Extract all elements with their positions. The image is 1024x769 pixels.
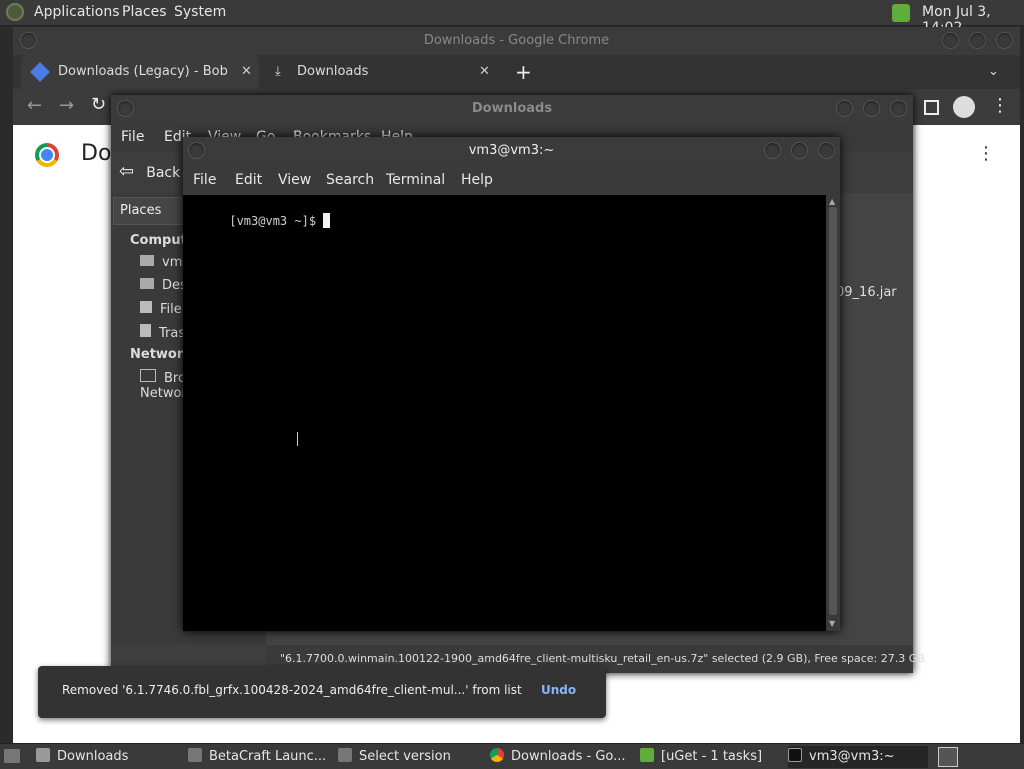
toast-message: Removed '6.1.7746.0.fbl_grfx.100428-2024…: [62, 683, 522, 697]
status-text: "6.1.7700.0.winmain.100122-1900_amd64fre…: [280, 652, 925, 665]
term-menu-file[interactable]: File: [193, 165, 216, 195]
chrome-logo-icon: [490, 748, 504, 762]
chrome-menu-button[interactable]: [21, 33, 36, 48]
chrome-logo-icon: [35, 143, 59, 167]
file-name: 09_16.jar: [836, 285, 897, 300]
task-select-version[interactable]: Select version: [338, 746, 478, 768]
file-manager-window-title: Downloads: [471, 101, 553, 116]
removed-toast: Removed '6.1.7746.0.fbl_grfx.100428-2024…: [38, 666, 606, 718]
terminal-close-button[interactable]: [819, 143, 834, 158]
download-icon: ⤓: [275, 64, 281, 79]
terminal-screen[interactable]: [vm3@vm3 ~]$: [183, 195, 826, 631]
task-chrome-downloads[interactable]: Downloads - Go...: [490, 746, 630, 768]
scrollbar-thumb[interactable]: [829, 207, 837, 615]
term-menu-edit[interactable]: Edit: [235, 165, 262, 195]
close-icon[interactable]: ✕: [479, 55, 490, 89]
term-menu-view[interactable]: View: [278, 165, 311, 195]
fm-menu-file[interactable]: File: [121, 123, 144, 151]
task-uget[interactable]: [uGet - 1 tasks]: [640, 746, 780, 768]
sidebar-toggle-icon[interactable]: [924, 100, 939, 115]
task-downloads-folder[interactable]: Downloads: [36, 746, 176, 768]
back-button[interactable]: ⇦ Back: [119, 161, 180, 183]
file-item[interactable]: 09_16.jar: [836, 285, 897, 300]
file-manager-minimize-button[interactable]: [837, 101, 852, 116]
page-menu-icon[interactable]: ⋮: [977, 143, 995, 164]
chrome-titlebar[interactable]: Downloads - Google Chrome: [13, 27, 1020, 55]
distro-logo-icon[interactable]: [6, 3, 24, 21]
reload-icon[interactable]: ↻: [91, 94, 106, 115]
desktop-folder-icon: [140, 278, 154, 289]
forward-arrow-icon[interactable]: →: [59, 95, 74, 116]
term-menu-help[interactable]: Help: [461, 165, 493, 195]
ibeam-cursor-icon: [297, 432, 298, 446]
chrome-window-title: Downloads - Google Chrome: [423, 33, 610, 48]
term-menu-search[interactable]: Search: [326, 165, 374, 195]
terminal-menu-button[interactable]: [189, 143, 204, 158]
shell-prompt: [vm3@vm3 ~]$: [229, 214, 324, 228]
places-menu[interactable]: Places: [122, 4, 167, 20]
uget-icon: [640, 748, 654, 762]
file-manager-titlebar[interactable]: Downloads: [111, 95, 913, 123]
new-tab-button[interactable]: +: [515, 55, 532, 89]
applications-menu[interactable]: Applications: [34, 4, 120, 20]
folder-icon: [36, 748, 50, 762]
term-menu-terminal[interactable]: Terminal: [386, 165, 445, 195]
profile-avatar-icon[interactable]: [953, 96, 975, 118]
scroll-down-icon[interactable]: ▼: [829, 619, 835, 628]
close-icon[interactable]: ✕: [241, 55, 252, 89]
tab-downloads[interactable]: ⤓ Downloads ✕: [269, 55, 493, 89]
app-icon: [338, 748, 352, 762]
file-manager-maximize-button[interactable]: [864, 101, 879, 116]
system-menu[interactable]: System: [174, 4, 226, 20]
terminal-icon: [788, 748, 802, 762]
text-cursor: [323, 213, 331, 228]
top-panel: Applications Places System Mon Jul 3, 14…: [0, 0, 1024, 36]
terminal-minimize-button[interactable]: [765, 143, 780, 158]
terminal-menubar: File Edit View Search Terminal Help: [183, 165, 840, 195]
tab-downloads-legacy[interactable]: Downloads (Legacy) - Bob Pony ✕: [21, 55, 259, 89]
terminal-window: vm3@vm3:~ File Edit View Search Terminal…: [183, 137, 840, 631]
chrome-minimize-button[interactable]: [943, 33, 958, 48]
file-manager-menu-button[interactable]: [118, 101, 133, 116]
show-desktop-icon[interactable]: [4, 749, 20, 763]
kebab-menu-icon[interactable]: ⋮: [991, 95, 1009, 116]
undo-button[interactable]: Undo: [541, 683, 576, 697]
network-icon: [140, 369, 156, 382]
terminal-maximize-button[interactable]: [792, 143, 807, 158]
home-folder-icon: [140, 255, 154, 266]
task-terminal[interactable]: vm3@vm3:~: [788, 746, 928, 768]
back-arrow-icon: ⇦: [119, 161, 135, 182]
chevron-down-icon[interactable]: ⌄: [988, 55, 999, 89]
taskbar: Downloads BetaCraft Launc... Select vers…: [0, 743, 1024, 769]
scroll-up-icon[interactable]: ▲: [829, 197, 835, 206]
app-icon: [188, 748, 202, 762]
terminal-window-title: vm3@vm3:~: [468, 143, 555, 158]
chrome-tabstrip: Downloads (Legacy) - Bob Pony ✕ ⤓ Downlo…: [13, 55, 1020, 89]
chrome-close-button[interactable]: [997, 33, 1012, 48]
file-manager-close-button[interactable]: [891, 101, 906, 116]
uget-tray-icon[interactable]: [892, 4, 910, 22]
puzzle-favicon-icon: [30, 62, 50, 82]
trash-icon: [140, 324, 151, 337]
terminal-titlebar[interactable]: vm3@vm3:~: [183, 137, 840, 165]
back-arrow-icon[interactable]: ←: [27, 95, 42, 116]
drive-icon: [140, 301, 152, 313]
chrome-maximize-button[interactable]: [970, 33, 985, 48]
task-betacraft[interactable]: BetaCraft Launc...: [188, 746, 328, 768]
terminal-scrollbar[interactable]: ▲ ▼: [826, 195, 840, 631]
workspace-switcher[interactable]: [938, 747, 958, 767]
